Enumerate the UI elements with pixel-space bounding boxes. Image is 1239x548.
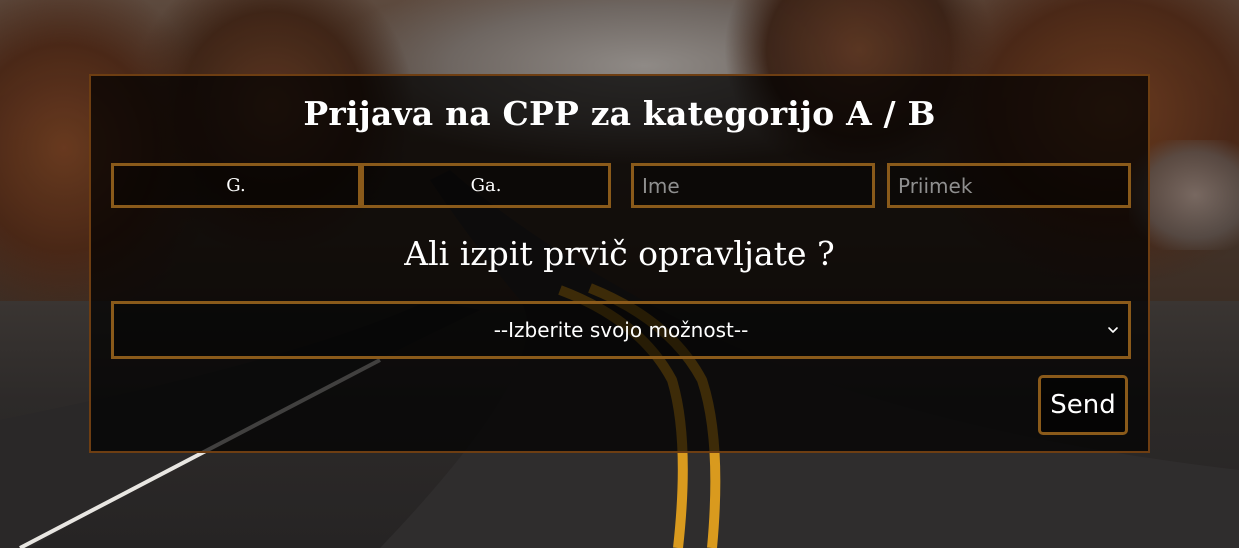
- chevron-down-icon: [1108, 327, 1118, 333]
- first-attempt-select[interactable]: --Izberite svojo možnost--: [111, 301, 1131, 359]
- first-attempt-question: Ali izpit prvič opravljate ?: [404, 234, 835, 273]
- last-name-field: [887, 163, 1131, 208]
- registration-form-panel: Prijava na CPP za kategorijo A / B G. Ga…: [89, 74, 1150, 453]
- last-name-input[interactable]: [890, 166, 1128, 205]
- send-button[interactable]: Send: [1038, 375, 1128, 435]
- title-select-mrs[interactable]: Ga.: [361, 163, 611, 208]
- form-title: Prijava na CPP za kategorijo A / B: [303, 94, 936, 133]
- title-select-mr[interactable]: G.: [111, 163, 361, 208]
- first-name-field: [631, 163, 875, 208]
- first-attempt-select-value: --Izberite svojo možnost--: [493, 318, 749, 342]
- first-name-input[interactable]: [634, 166, 872, 205]
